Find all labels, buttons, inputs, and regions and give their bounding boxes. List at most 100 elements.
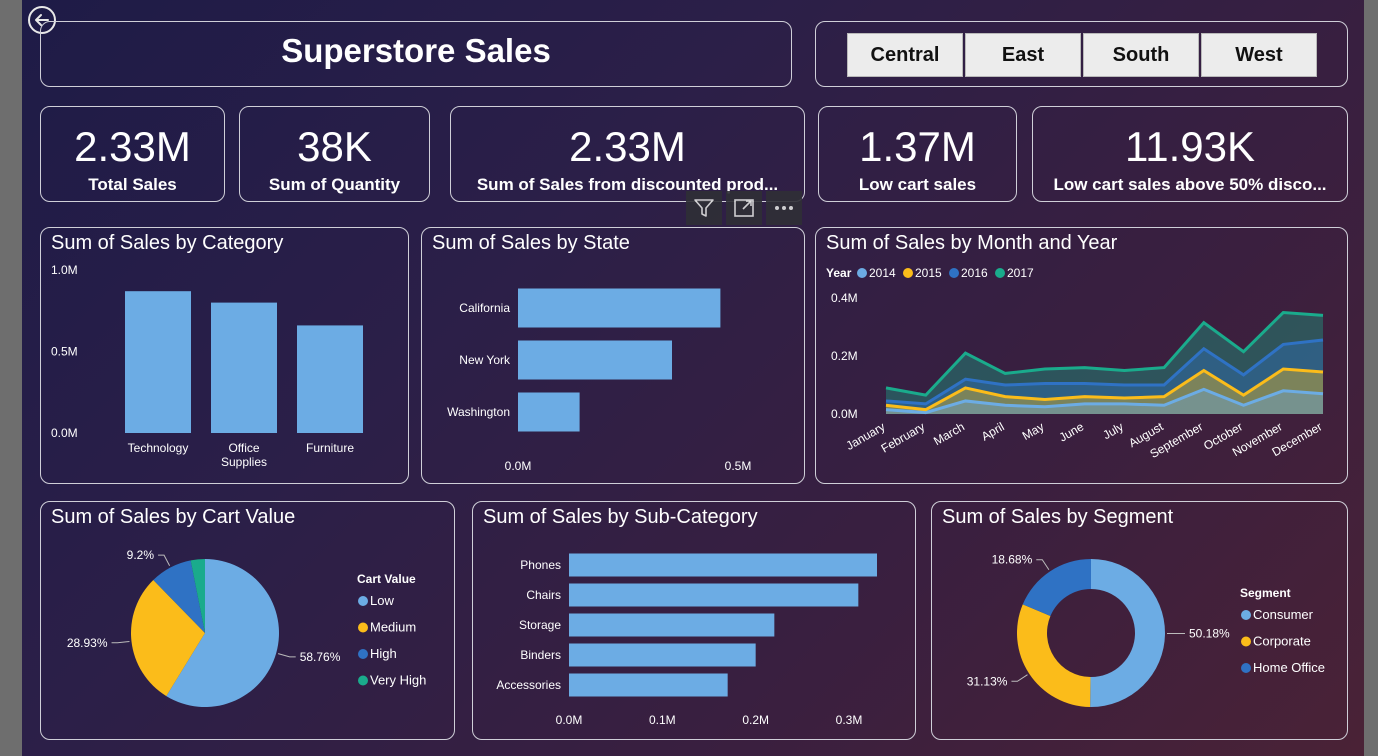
legend-marker	[358, 649, 368, 659]
y-tick-label: Accessories	[496, 678, 561, 692]
focus-mode-icon	[734, 199, 754, 217]
region-button-west[interactable]: West	[1201, 33, 1317, 77]
x-tick-label: Technology	[128, 441, 189, 455]
legend-marker	[949, 268, 959, 278]
legend-marker	[358, 675, 368, 686]
visual-header-toolbar	[686, 191, 806, 225]
legend-label: Consumer	[1253, 607, 1314, 622]
x-tick-label: March	[931, 419, 967, 448]
cart-value-pie-chart: 58.76% 28.93% 9.2% Cart Value Low Medium High V…	[67, 548, 426, 707]
y-tick-label: Storage	[519, 618, 561, 632]
more-options-button[interactable]	[766, 191, 802, 225]
slice-home-office	[1022, 559, 1091, 616]
y-tick-label: Chairs	[526, 588, 561, 602]
slice-corporate	[1017, 604, 1091, 707]
x-tick-label: Office Supplies	[221, 441, 267, 469]
bar	[569, 553, 877, 577]
legend-label: Corporate	[1253, 634, 1311, 649]
bar	[569, 583, 859, 607]
legend-title: Segment	[1240, 586, 1291, 600]
x-tick-label: June	[1057, 419, 1087, 444]
slice-consumer	[1090, 559, 1166, 707]
kpi-card-total-sales[interactable]: 2.33M Total Sales	[40, 106, 225, 202]
data-label: 18.68%	[992, 553, 1033, 567]
leader-line	[1036, 559, 1050, 570]
region-button-south[interactable]: South	[1083, 33, 1199, 77]
report-canvas: Superstore Sales Central East South West…	[22, 0, 1364, 756]
leader-line	[158, 554, 171, 566]
y-tick-label: New York	[459, 353, 511, 367]
kpi-card-low-cart-sales[interactable]: 1.37M Low cart sales	[818, 106, 1017, 202]
x-tick-label: Furniture	[306, 441, 354, 455]
kpi-label: Total Sales	[88, 175, 177, 194]
data-label: 31.13%	[967, 674, 1008, 688]
chart-card-state[interactable]: Sum of Sales by State California New York…	[421, 227, 805, 484]
kpi-value: 11.93K	[1125, 123, 1255, 170]
month-area-chart: 0.0M0.2M0.4MYear 2014 2015 2016 2017JanuaryF…	[826, 266, 1325, 461]
region-button-central[interactable]: Central	[847, 33, 963, 77]
legend-label: 2017	[1007, 266, 1034, 280]
x-tick-label: 0.0M	[505, 459, 532, 473]
kpi-value: 38K	[297, 123, 372, 170]
state-bar-chart: California New York Washington 0.0M 0.5M	[447, 288, 752, 473]
legend-marker	[903, 268, 913, 278]
chart-card-cart-value[interactable]: Sum of Sales by Cart Value 58.76% 28.93% 9…	[40, 501, 455, 740]
legend-marker	[1241, 610, 1251, 620]
bar	[518, 288, 721, 328]
leader-line	[278, 653, 296, 658]
bar	[518, 340, 672, 380]
chart-card-segment[interactable]: Sum of Sales by Segment 50.18% 31.13% 18.6…	[931, 501, 1348, 740]
data-label: 9.2%	[127, 548, 155, 562]
kpi-card-sum-of-quantity[interactable]: 38K Sum of Quantity	[239, 106, 430, 202]
legend-label: Very High	[370, 673, 426, 688]
region-button-east[interactable]: East	[965, 33, 1081, 77]
y-tick-label: 0.5M	[51, 345, 78, 359]
x-tick-label: July	[1100, 419, 1125, 442]
legend-title: Year	[826, 266, 852, 280]
y-tick-label: 0.0M	[51, 426, 78, 440]
bar	[518, 392, 580, 432]
kpi-label: Low cart sales above 50% disco...	[1053, 175, 1327, 194]
kpi-card-low-cart-discount[interactable]: 11.93K Low cart sales above 50% disco...	[1032, 106, 1348, 202]
y-tick-label: 0.0M	[831, 407, 858, 421]
bar	[211, 302, 277, 433]
legend-marker	[358, 596, 368, 606]
data-label: 28.93%	[67, 636, 108, 650]
kpi-value: 2.33M	[569, 123, 686, 170]
filter-icon	[694, 199, 714, 217]
y-tick-label: Washington	[447, 405, 510, 419]
legend-marker	[1241, 636, 1251, 647]
category-bar-chart: 0.0M 0.5M 1.0M Technology Office Supplies Furn…	[51, 263, 363, 469]
chart-card-category[interactable]: Sum of Sales by Category 0.0M 0.5M 1.0M Tec…	[40, 227, 409, 484]
bar	[125, 291, 191, 433]
legend-label: High	[370, 646, 397, 661]
y-tick-label: Phones	[520, 558, 561, 572]
bar	[569, 613, 775, 637]
title-card: Superstore Sales	[40, 21, 792, 87]
filter-button[interactable]	[686, 191, 722, 225]
data-label: 58.76%	[300, 650, 341, 664]
legend-label: Home Office	[1253, 660, 1325, 675]
data-label: 50.18%	[1189, 627, 1230, 641]
focus-mode-button[interactable]	[726, 191, 762, 225]
chart-card-sub-category[interactable]: Sum of Sales by Sub-Category Phones Chair…	[472, 501, 916, 740]
bar	[297, 325, 363, 433]
x-tick-label: 0.5M	[725, 459, 752, 473]
kpi-label: Sum of Quantity	[268, 175, 401, 194]
legend-label: Low	[370, 593, 394, 608]
y-tick-label: California	[459, 301, 510, 315]
kpi-value: 2.33M	[74, 123, 191, 170]
legend-label: Medium	[370, 620, 416, 635]
more-options-icon	[775, 206, 793, 210]
legend-label: 2014	[869, 266, 896, 280]
x-tick-label: May	[1020, 419, 1047, 442]
chart-card-month-year[interactable]: Sum of Sales by Month and Year 0.0M 0.2M 0…	[815, 227, 1348, 484]
legend-marker	[857, 268, 867, 278]
x-tick-label: 0.0M	[556, 713, 583, 727]
legend-marker	[1241, 663, 1251, 673]
region-slicer-card: Central East South West	[815, 21, 1348, 87]
region-slicer: Central East South West	[847, 33, 1319, 77]
page-title: Superstore Sales	[281, 32, 551, 69]
kpi-card-discounted-sales[interactable]: 2.33M Sum of Sales from discounted prod.…	[450, 106, 805, 202]
x-tick-label: April	[979, 419, 1007, 443]
